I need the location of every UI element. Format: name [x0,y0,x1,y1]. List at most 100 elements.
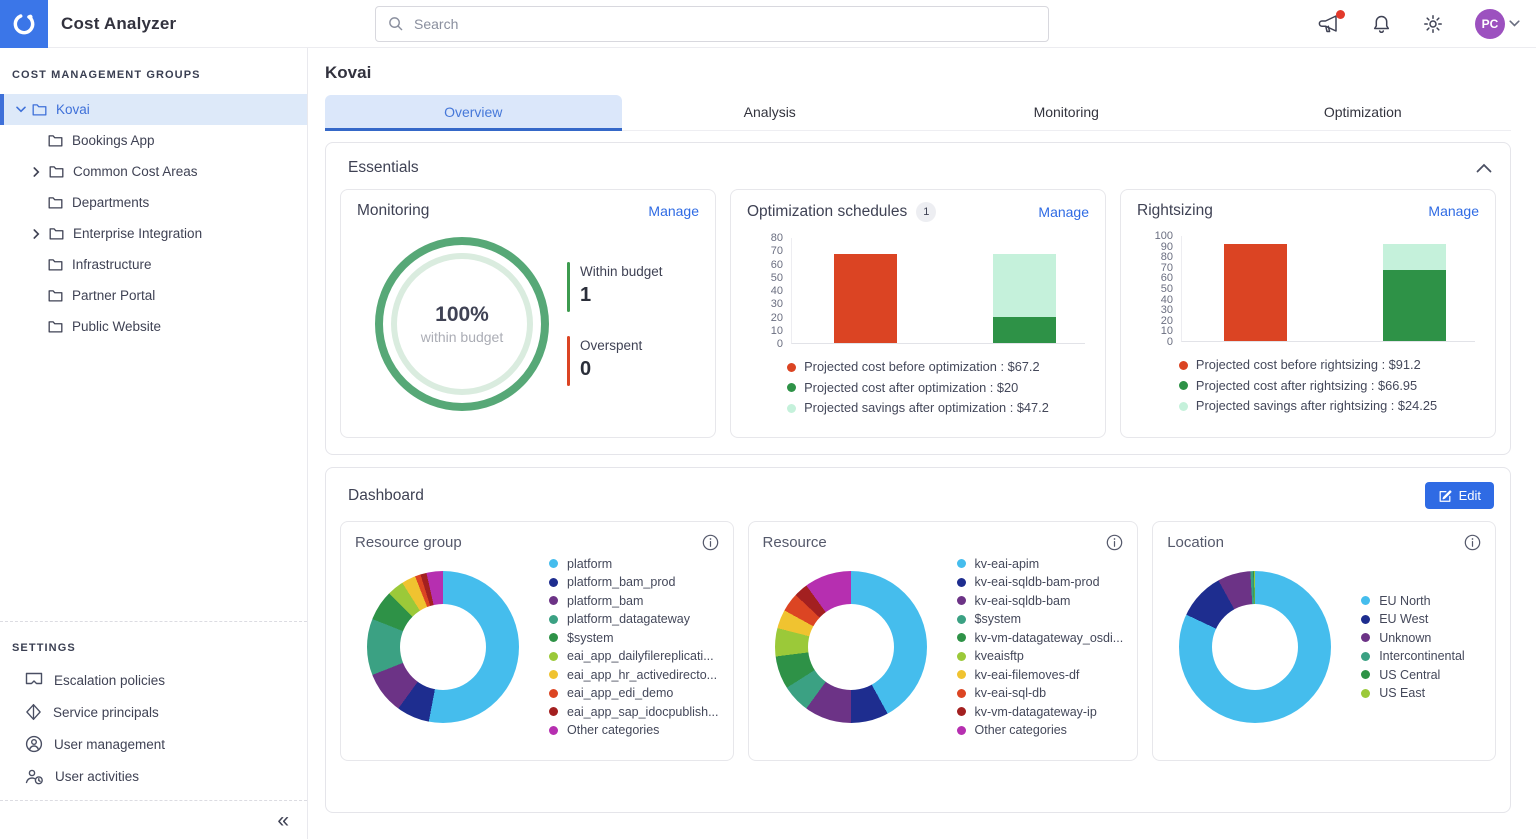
legend-item: eai_app_edi_demo [549,686,719,700]
escalation-policies-icon [25,672,43,688]
location-header: Location [1167,534,1481,551]
stat-color-indicator [567,336,570,386]
legend-item: Unknown [1361,631,1464,645]
rightsizing-card: RightsizingManage0102030405060708090100P… [1120,189,1496,438]
tab-monitoring[interactable]: Monitoring [918,95,1215,130]
tab-overview[interactable]: Overview [325,95,622,131]
sidebar-item-label: Departments [72,195,149,210]
legend-label: kv-eai-apim [975,557,1040,571]
tab-optimization[interactable]: Optimization [1215,95,1512,130]
y-axis-ticks: 01020304050607080 [757,238,785,344]
tabs: OverviewAnalysisMonitoringOptimization [325,95,1511,131]
page-title: Kovai [308,48,1536,95]
legend-item: kv-eai-sql-db [957,686,1124,700]
location-info-button[interactable] [1464,534,1481,551]
folder-icon [48,258,63,271]
collapse-section-icon[interactable] [1476,163,1492,173]
settings-button[interactable] [1423,14,1443,34]
info-icon [1464,534,1481,551]
legend-dot [957,726,966,735]
location-donut-chart [1179,571,1331,723]
sidebar-item-label: Infrastructure [72,257,152,272]
resource-info-button[interactable] [1106,534,1123,551]
sidebar-footer: « [0,800,307,839]
notifications-button[interactable] [1372,14,1391,34]
legend-dot [1361,652,1370,661]
sidebar-item-infrastructure[interactable]: Infrastructure [0,249,307,280]
settings-item-escalation-policies[interactable]: Escalation policies [0,664,307,696]
sidebar-item-departments[interactable]: Departments [0,187,307,218]
legend-item: $system [549,631,719,645]
chevron-down-icon [1509,20,1520,27]
edit-icon [1438,489,1452,503]
legend-item: $system [957,612,1124,626]
legend-label: platform_bam_prod [567,575,675,589]
sidebar-item-public-website[interactable]: Public Website [0,311,307,342]
resource-group-info-button[interactable] [702,534,719,551]
folder-icon [49,227,64,240]
legend-label: eai_app_dailyfilereplicati... [567,649,714,663]
y-tick: 30 [1161,304,1173,316]
optimization-schedules-card: Optimization schedules1Manage01020304050… [730,189,1106,438]
legend-item: Projected cost before rightsizing : $91.… [1179,355,1437,376]
legend-label: US Central [1379,668,1440,682]
legend-dot [549,726,558,735]
donut-hole [808,604,894,690]
optimization-schedules-manage-link[interactable]: Manage [1038,204,1089,220]
resource-group-card: Resource groupplatformplatform_bam_prodp… [340,521,734,761]
user-menu[interactable]: PC [1475,9,1520,39]
legend-dot [957,559,966,568]
essentials-title: Essentials [348,159,419,177]
legend-label: eai_app_hr_activedirecto... [567,668,717,682]
legend-dot [787,363,796,372]
sidebar-item-enterprise-integration[interactable]: Enterprise Integration [0,218,307,249]
monitoring-card: Monitoring Manage 100% within budget [340,189,716,438]
legend-item: EU West [1361,612,1464,626]
y-tick: 50 [1161,283,1173,295]
legend-item: Projected savings after optimization : $… [787,398,1049,419]
y-tick: 100 [1155,230,1173,242]
settings-item-user-management[interactable]: User management [0,728,307,760]
search-box [375,6,1049,42]
card-title: Location [1167,534,1224,551]
bar-segment-projected-savings-after-rightsizing [1383,244,1446,270]
legend-label: Other categories [567,723,659,737]
y-tick: 70 [1161,262,1173,274]
monitoring-manage-link[interactable]: Manage [648,203,699,219]
optimization-schedules-legend: Projected cost before optimization : $67… [787,357,1049,419]
card-title: Rightsizing [1137,202,1213,220]
legend-dot [787,404,796,413]
sidebar-item-common-cost-areas[interactable]: Common Cost Areas [0,156,307,187]
sidebar-item-label: Bookings App [72,133,155,148]
search-input[interactable] [375,6,1049,42]
legend-dot [1179,381,1188,390]
top-bar: Cost Analyzer PC [0,0,1536,48]
legend-label: EU North [1379,594,1430,608]
sidebar-item-kovai[interactable]: Kovai [0,94,307,125]
collapse-sidebar-button[interactable]: « [277,810,289,831]
settings-item-service-principals[interactable]: Service principals [0,696,307,728]
rightsizing-manage-link[interactable]: Manage [1428,203,1479,219]
stat-label: Overspent [580,338,642,353]
dashboard-panel: Dashboard Edit Resource groupplatformpla… [325,467,1511,813]
edit-dashboard-button[interactable]: Edit [1425,482,1494,509]
bar-segment-projected-cost-before-rightsizing [1224,244,1287,341]
legend-dot [957,689,966,698]
monitoring-stat-within-budget: Within budget1 [567,262,695,312]
app-logo[interactable] [0,0,48,48]
settings-item-user-activities[interactable]: User activities [0,760,307,792]
legend-item: kv-eai-filemoves-df [957,668,1124,682]
sidebar-item-bookings-app[interactable]: Bookings App [0,125,307,156]
tab-analysis[interactable]: Analysis [622,95,919,130]
sidebar-item-partner-portal[interactable]: Partner Portal [0,280,307,311]
y-tick: 80 [771,232,783,244]
chevron-right-icon [33,229,49,239]
y-tick: 90 [1161,241,1173,253]
legend-dot [549,559,558,568]
budget-gauge-label: within budget [421,329,504,345]
legend-label: platform_bam [567,594,643,608]
location-body: EU NorthEU WestUnknownIntercontinentalUS… [1167,551,1481,743]
gear-icon [1423,14,1443,34]
legend-dot [549,633,558,642]
announcements-button[interactable] [1318,14,1340,34]
